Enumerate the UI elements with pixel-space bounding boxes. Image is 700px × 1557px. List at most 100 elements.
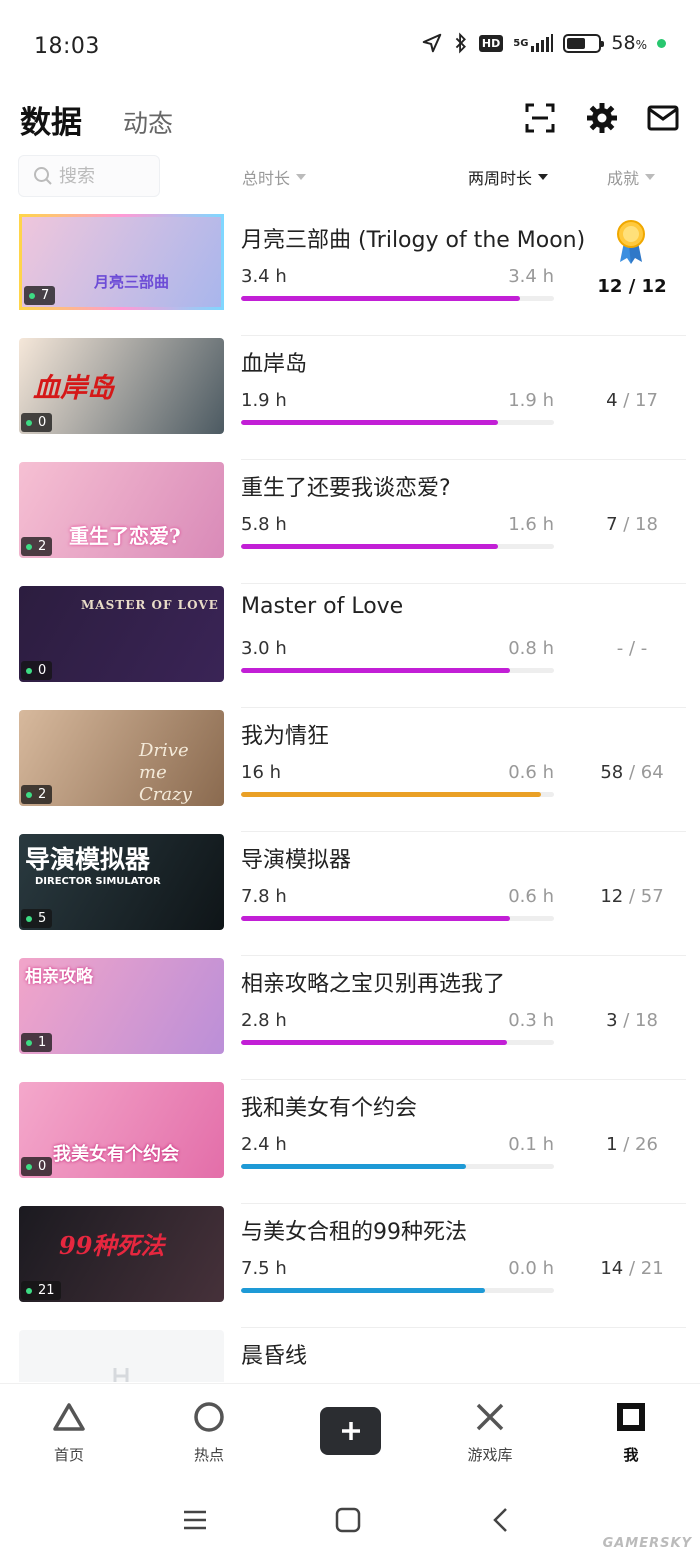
game-cover[interactable]: MASTER OF LOVE 0 <box>19 586 224 682</box>
home-button[interactable] <box>328 1500 368 1540</box>
nav-me-label: 我 <box>623 1446 639 1464</box>
settings-button[interactable] <box>585 101 619 135</box>
player-count-badge: 0 <box>21 661 53 680</box>
square-icon <box>617 1403 645 1431</box>
game-row[interactable]: 重生了恋爱? 2 重生了还要我谈恋爱? 5.8 h 1.6 h 7 / 18 <box>0 460 700 584</box>
game-cover[interactable]: 99种死法 21 <box>19 1206 224 1302</box>
player-count-badge: 0 <box>21 413 53 432</box>
recents-button[interactable] <box>175 1500 215 1540</box>
achievement-count: 3 / 18 <box>606 1010 658 1031</box>
mail-button[interactable] <box>646 101 680 135</box>
settings-icon <box>587 103 617 133</box>
filter-bar: 总时长 两周时长 成就 <box>0 155 700 197</box>
player-count-badge: 5 <box>21 909 53 928</box>
cover-title: 我美女有个约会 <box>53 1144 179 1165</box>
add-button[interactable] <box>320 1407 381 1455</box>
game-cover[interactable]: 血岸岛 0 <box>19 338 224 434</box>
online-dot-icon <box>26 791 32 798</box>
status-time: 18:03 <box>34 34 100 59</box>
game-cover[interactable]: 我美女有个约会 0 <box>19 1082 224 1178</box>
recent-playtime: 0.8 h <box>508 638 554 659</box>
playtime-progress-bar <box>241 544 554 549</box>
achievement-count: 12 / 12 <box>597 276 667 297</box>
recent-playtime: 0.6 h <box>508 886 554 907</box>
total-playtime: 3.0 h <box>241 638 287 659</box>
game-cover[interactable]: 导演模拟器 DIRECTOR SIMULATOR 5 <box>19 834 224 930</box>
sort-achievement[interactable]: 成就 <box>607 165 656 189</box>
achievement-count: - / - <box>616 638 648 659</box>
playtime-progress-bar <box>241 668 554 673</box>
game-cover[interactable]: 相亲攻略 1 <box>19 958 224 1054</box>
playtime-progress-bar <box>241 916 554 921</box>
game-cover[interactable]: 重生了恋爱? 2 <box>19 462 224 558</box>
nav-me[interactable]: 我 <box>586 1398 676 1465</box>
search-input[interactable] <box>59 165 149 187</box>
sort-achievement-label: 成就 <box>607 169 640 188</box>
nav-game-library[interactable]: 游戏库 <box>445 1398 535 1465</box>
scan-icon <box>525 103 555 133</box>
sort-recent-time[interactable]: 两周时长 <box>468 165 549 189</box>
mail-icon <box>647 105 679 131</box>
game-row[interactable]: 月亮三部曲 7 月亮三部曲 (Trilogy of the Moon) 3.4 … <box>0 212 700 336</box>
game-row[interactable]: 我美女有个约会 0 我和美女有个约会 2.4 h 0.1 h 1 / 26 <box>0 1080 700 1204</box>
game-row[interactable]: MASTER OF LOVE 0 Master of Love 3.0 h 0.… <box>0 584 700 708</box>
search-box[interactable] <box>18 155 160 197</box>
online-dot-icon <box>29 292 35 299</box>
tab-activity[interactable]: 动态 <box>123 104 173 140</box>
game-list: 月亮三部曲 7 月亮三部曲 (Trilogy of the Moon) 3.4 … <box>0 212 700 1382</box>
cover-title: MASTER OF LOVE <box>81 598 219 612</box>
online-dot-icon <box>26 543 32 550</box>
game-row[interactable]: 相亲攻略 1 相亲攻略之宝贝别再选我了 2.8 h 0.3 h 3 / 18 <box>0 956 700 1080</box>
progress-fill <box>241 792 542 797</box>
scan-button[interactable] <box>523 101 557 135</box>
game-row[interactable]: 导演模拟器 DIRECTOR SIMULATOR 5 导演模拟器 7.8 h 0… <box>0 832 700 956</box>
achievement-count: 1 / 26 <box>606 1134 658 1155</box>
game-title: 血岸岛 <box>241 352 308 377</box>
back-button[interactable] <box>480 1500 520 1540</box>
nav-home[interactable]: 首页 <box>24 1398 114 1465</box>
game-cover[interactable] <box>19 1330 224 1382</box>
online-dot-icon <box>26 1287 32 1294</box>
sort-total-time[interactable]: 总时长 <box>242 165 307 189</box>
game-title: Master of Love <box>241 594 404 619</box>
system-nav-bar: GAMERSKY <box>0 1490 700 1557</box>
player-count-badge: 1 <box>21 1033 53 1052</box>
tab-data[interactable]: 数据 <box>20 97 82 142</box>
nav-home-label: 首页 <box>53 1446 84 1464</box>
total-playtime: 2.8 h <box>241 1010 287 1031</box>
game-row[interactable]: 99种死法 21 与美女合租的99种死法 7.5 h 0.0 h 14 / 21 <box>0 1204 700 1328</box>
playtime-progress-bar <box>241 1040 554 1045</box>
progress-fill <box>241 544 498 549</box>
nav-hot[interactable]: 热点 <box>164 1398 254 1465</box>
game-title: 导演模拟器 <box>241 848 352 873</box>
playtime-progress-bar <box>241 792 554 797</box>
total-playtime: 3.4 h <box>241 266 287 287</box>
game-row[interactable]: Drive me Crazy 2 我为情狂 16 h 0.6 h 58 / 64 <box>0 708 700 832</box>
game-row[interactable]: 晨昏线 <box>0 1328 700 1382</box>
recent-playtime: 0.1 h <box>508 1134 554 1155</box>
game-cover[interactable]: Drive me Crazy 2 <box>19 710 224 806</box>
game-row[interactable]: 血岸岛 0 血岸岛 1.9 h 1.9 h 4 / 17 <box>0 336 700 460</box>
player-count-badge: 0 <box>21 1157 53 1176</box>
battery-icon <box>563 33 605 53</box>
game-title: 与美女合租的99种死法 <box>241 1220 467 1245</box>
menu-icon <box>184 1510 206 1530</box>
cover-title: 相亲攻略 <box>25 967 93 987</box>
bottom-nav: 首页 热点 游戏库 我 <box>0 1383 700 1483</box>
playtime-progress-bar <box>241 420 554 425</box>
cover-title: 99种死法 <box>59 1231 165 1260</box>
achievement-count: 7 / 18 <box>606 514 658 535</box>
online-dot-icon <box>26 915 32 922</box>
recent-playtime: 1.9 h <box>508 390 554 411</box>
playtime-progress-bar <box>241 1164 554 1169</box>
back-chevron-icon <box>493 1508 507 1532</box>
cover-title: Drive me Crazy <box>139 740 192 805</box>
game-cover[interactable]: 月亮三部曲 7 <box>19 214 224 310</box>
player-count-badge: 7 <box>24 286 56 305</box>
battery-percent: 58% <box>611 32 647 54</box>
game-title: 重生了还要我谈恋爱? <box>241 476 451 501</box>
total-playtime: 2.4 h <box>241 1134 287 1155</box>
game-title: 我和美女有个约会 <box>241 1096 418 1121</box>
caret-down-icon <box>296 174 307 180</box>
privacy-dot-icon <box>657 38 666 48</box>
